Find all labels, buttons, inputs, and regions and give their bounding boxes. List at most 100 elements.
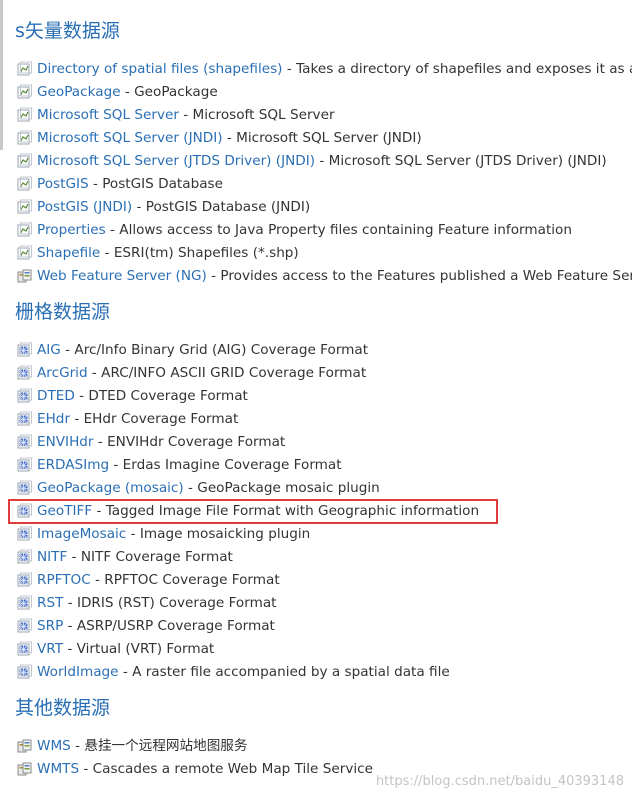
store-link-properties[interactable]: Properties: [37, 222, 106, 238]
store-description: NITF Coverage Format: [80, 549, 233, 565]
store-link-postgis-jndi[interactable]: PostGIS (JNDI): [37, 199, 132, 215]
server-icon: [17, 268, 33, 283]
store-description: DTED Coverage Format: [88, 388, 248, 404]
separator: -: [109, 457, 123, 473]
store-link-nitf[interactable]: NITF: [37, 549, 67, 565]
raster-icon: [17, 480, 33, 495]
server-icon: [17, 761, 33, 776]
store-description: Erdas Imagine Coverage Format: [122, 457, 342, 473]
separator: -: [67, 549, 81, 565]
store-link-aig[interactable]: AIG: [37, 342, 61, 358]
other-section-title: 其他数据源: [15, 697, 111, 719]
store-link-srp[interactable]: SRP: [37, 618, 63, 634]
page-left-edge: [0, 0, 3, 150]
store-description: PostGIS Database (JNDI): [145, 199, 311, 215]
separator: -: [100, 245, 114, 261]
store-link-rpftoc[interactable]: RPFTOC: [37, 572, 91, 588]
store-description: GeoPackage: [134, 84, 218, 100]
store-description: Allows access to Java Property files con…: [119, 222, 572, 238]
store-item-erdasimg: ERDASImg - Erdas Imagine Coverage Format: [17, 454, 632, 477]
vector-icon: [17, 153, 33, 168]
raster-icon: [17, 457, 33, 472]
separator: -: [87, 365, 102, 381]
store-link-erdasimg[interactable]: ERDASImg: [37, 457, 109, 473]
store-description: A raster file accompanied by a spatial d…: [132, 664, 450, 680]
store-description: PostGIS Database: [102, 176, 223, 192]
separator: -: [178, 107, 193, 123]
vector-icon: [17, 245, 33, 260]
store-description: IDRIS (RST) Coverage Format: [76, 595, 277, 611]
store-link-arcgrid[interactable]: ArcGrid: [37, 365, 88, 381]
store-description: RPFTOC Coverage Format: [104, 572, 280, 588]
store-link-ehdr[interactable]: EHdr: [37, 411, 70, 427]
store-link-shapefile[interactable]: Shapefile: [37, 245, 100, 261]
separator: -: [63, 595, 77, 611]
raster-icon: [17, 549, 33, 564]
store-item-microsoft-sql-server: Microsoft SQL Server - Microsoft SQL Ser…: [17, 104, 632, 127]
vector-icon: [17, 130, 33, 145]
raster-icon: [17, 664, 33, 679]
vector-icon: [17, 84, 33, 99]
store-link-microsoft-sql-server-jndi[interactable]: Microsoft SQL Server (JNDI): [37, 130, 223, 146]
store-description: Arc/Info Binary Grid (AIG) Coverage Form…: [74, 342, 369, 358]
raster-icon: [17, 641, 33, 656]
store-link-wmts[interactable]: WMTS: [37, 761, 79, 777]
store-item-geotiff: GeoTIFF - Tagged Image File Format with …: [17, 500, 632, 523]
raster-icon: [17, 342, 33, 357]
separator: -: [90, 572, 105, 588]
separator: -: [70, 411, 84, 427]
vector-icon: [17, 222, 33, 237]
raster-icon: [17, 618, 33, 633]
store-description: ENVIHdr Coverage Format: [107, 434, 286, 450]
raster-icon: [17, 526, 33, 541]
raster-icon: [17, 365, 33, 380]
store-link-vrt[interactable]: VRT: [37, 641, 63, 657]
store-item-rst: RST - IDRIS (RST) Coverage Format: [17, 592, 632, 615]
separator: -: [132, 199, 146, 215]
store-description: GeoPackage mosaic plugin: [197, 480, 380, 496]
store-link-microsoft-sql-server[interactable]: Microsoft SQL Server: [37, 107, 179, 123]
store-description: Microsoft SQL Server: [192, 107, 335, 123]
vector-icon: [17, 199, 33, 214]
store-link-envihdr[interactable]: ENVIHdr: [37, 434, 94, 450]
store-item-microsoft-sql-server-jndi: Microsoft SQL Server (JNDI) - Microsoft …: [17, 127, 632, 150]
vector-store-list: Directory of spatial files (shapefiles) …: [17, 58, 632, 288]
separator: -: [126, 526, 140, 542]
store-link-directory-of-spatial-files-shapefiles[interactable]: Directory of spatial files (shapefiles): [37, 61, 283, 77]
store-description: Virtual (VRT) Format: [76, 641, 215, 657]
separator: -: [118, 664, 133, 680]
store-item-postgis: PostGIS - PostGIS Database: [17, 173, 632, 196]
store-link-geotiff[interactable]: GeoTIFF: [37, 503, 92, 519]
store-item-web-feature-server-ng: Web Feature Server (NG) - Provides acces…: [17, 265, 632, 288]
store-description: ASRP/USRP Coverage Format: [76, 618, 275, 634]
store-description: Microsoft SQL Server (JTDS Driver) (JNDI…: [328, 153, 607, 169]
store-link-wms[interactable]: WMS: [37, 738, 71, 754]
store-link-postgis[interactable]: PostGIS: [37, 176, 89, 192]
separator: -: [74, 388, 89, 404]
store-link-web-feature-server-ng[interactable]: Web Feature Server (NG): [37, 268, 207, 284]
store-item-directory-of-spatial-files-shapefiles: Directory of spatial files (shapefiles) …: [17, 58, 632, 81]
store-item-properties: Properties - Allows access to Java Prope…: [17, 219, 632, 242]
store-item-geopackage: GeoPackage - GeoPackage: [17, 81, 632, 104]
vector-icon: [17, 61, 33, 76]
raster-icon: [17, 572, 33, 587]
raster-section-title: 栅格数据源: [15, 301, 111, 323]
store-link-rst[interactable]: RST: [37, 595, 63, 611]
separator: -: [282, 61, 297, 77]
separator: -: [92, 503, 106, 519]
separator: -: [79, 761, 93, 777]
vector-section-title: s矢量数据源: [15, 20, 120, 42]
store-link-microsoft-sql-server-jtds-driver-jndi[interactable]: Microsoft SQL Server (JTDS Driver) (JNDI…: [37, 153, 315, 169]
raster-icon: [17, 503, 33, 518]
store-item-imagemosaic: ImageMosaic - Image mosaicking plugin: [17, 523, 632, 546]
store-link-imagemosaic[interactable]: ImageMosaic: [37, 526, 126, 542]
store-item-srp: SRP - ASRP/USRP Coverage Format: [17, 615, 632, 638]
store-link-worldimage[interactable]: WorldImage: [37, 664, 119, 680]
store-item-postgis-jndi: PostGIS (JNDI) - PostGIS Database (JNDI): [17, 196, 632, 219]
store-item-nitf: NITF - NITF Coverage Format: [17, 546, 632, 569]
separator: -: [93, 434, 108, 450]
store-link-dted[interactable]: DTED: [37, 388, 75, 404]
store-link-geopackage-mosaic[interactable]: GeoPackage (mosaic): [37, 480, 184, 496]
store-description: Image mosaicking plugin: [139, 526, 311, 542]
store-link-geopackage[interactable]: GeoPackage: [37, 84, 121, 100]
